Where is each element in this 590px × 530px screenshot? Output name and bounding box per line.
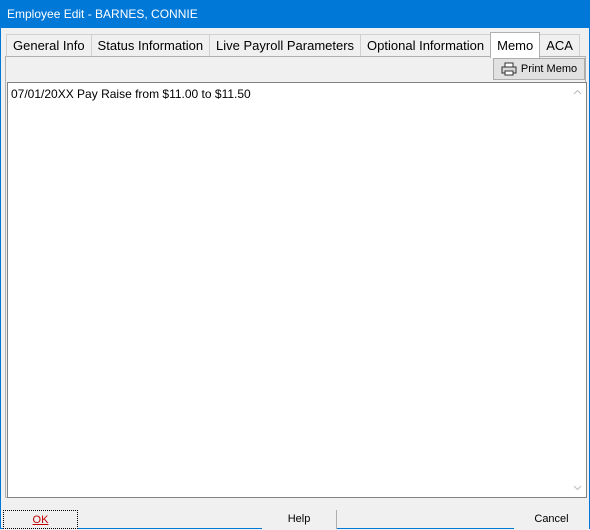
tab-memo[interactable]: Memo xyxy=(490,32,541,58)
tab-general-info[interactable]: General Info xyxy=(6,34,92,56)
tab-optional-information[interactable]: Optional Information xyxy=(360,34,492,56)
tab-live-payroll-parameters[interactable]: Live Payroll Parameters xyxy=(209,34,362,56)
print-memo-label: Print Memo xyxy=(520,63,578,75)
memo-textarea[interactable]: 07/01/20XX Pay Raise from $11.00 to $11.… xyxy=(7,82,587,498)
memo-scrollbar[interactable] xyxy=(569,83,586,497)
tab-bar: General Info Status Information Live Pay… xyxy=(6,32,580,58)
tab-aca[interactable]: ACA xyxy=(539,34,580,56)
tab-status-information[interactable]: Status Information xyxy=(90,34,211,56)
cancel-button[interactable]: Cancel xyxy=(514,510,589,529)
help-button[interactable]: Help xyxy=(262,510,337,529)
window-title: Employee Edit - BARNES, CONNIE xyxy=(7,7,198,21)
scroll-up-icon[interactable] xyxy=(573,88,582,97)
memo-text: 07/01/20XX Pay Raise from $11.00 to $11.… xyxy=(11,87,251,101)
scroll-down-icon[interactable] xyxy=(573,483,582,492)
printer-icon xyxy=(501,62,517,76)
print-memo-button[interactable]: Print Memo xyxy=(493,58,585,80)
window-title-bar: Employee Edit - BARNES, CONNIE xyxy=(0,0,590,28)
ok-button[interactable]: OK xyxy=(3,510,78,529)
